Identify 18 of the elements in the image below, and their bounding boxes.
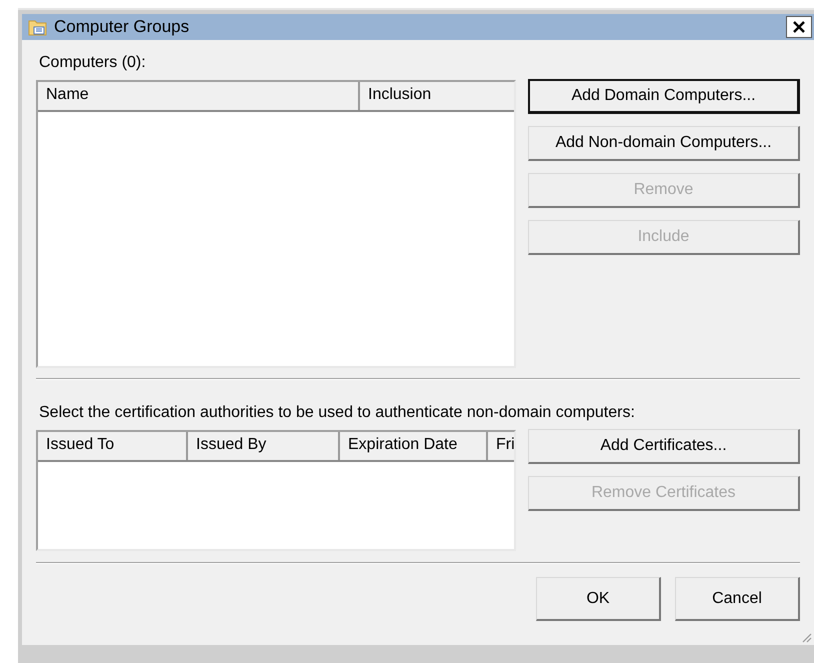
cancel-button[interactable]: Cancel [675, 577, 800, 621]
action-button[interactable]: Add Non-domain Computers... [528, 126, 800, 161]
column-header[interactable]: Issued By [188, 432, 340, 460]
resize-grip-icon[interactable] [800, 631, 812, 643]
certificate-list[interactable]: Issued To Issued By Expiration Date Fri [36, 430, 516, 551]
computer-list[interactable]: Name Inclusion [36, 80, 516, 368]
close-button[interactable] [786, 16, 812, 38]
column-header[interactable]: Issued To [38, 432, 188, 460]
close-icon [793, 21, 805, 33]
section-label: Computers (0): [39, 54, 147, 72]
window-title: Computer Groups [54, 17, 190, 37]
column-header[interactable]: Name [38, 82, 360, 110]
column-header[interactable]: Inclusion [360, 82, 514, 110]
action-button[interactable]: Add Certificates... [528, 429, 800, 464]
ok-button[interactable]: OK [536, 577, 661, 621]
column-header[interactable]: Expiration Date [340, 432, 488, 460]
action-button[interactable]: Add Domain Computers... [528, 79, 800, 114]
section-label: Select the certification authorities to be used to authenticate non-domain computers: [39, 404, 636, 422]
